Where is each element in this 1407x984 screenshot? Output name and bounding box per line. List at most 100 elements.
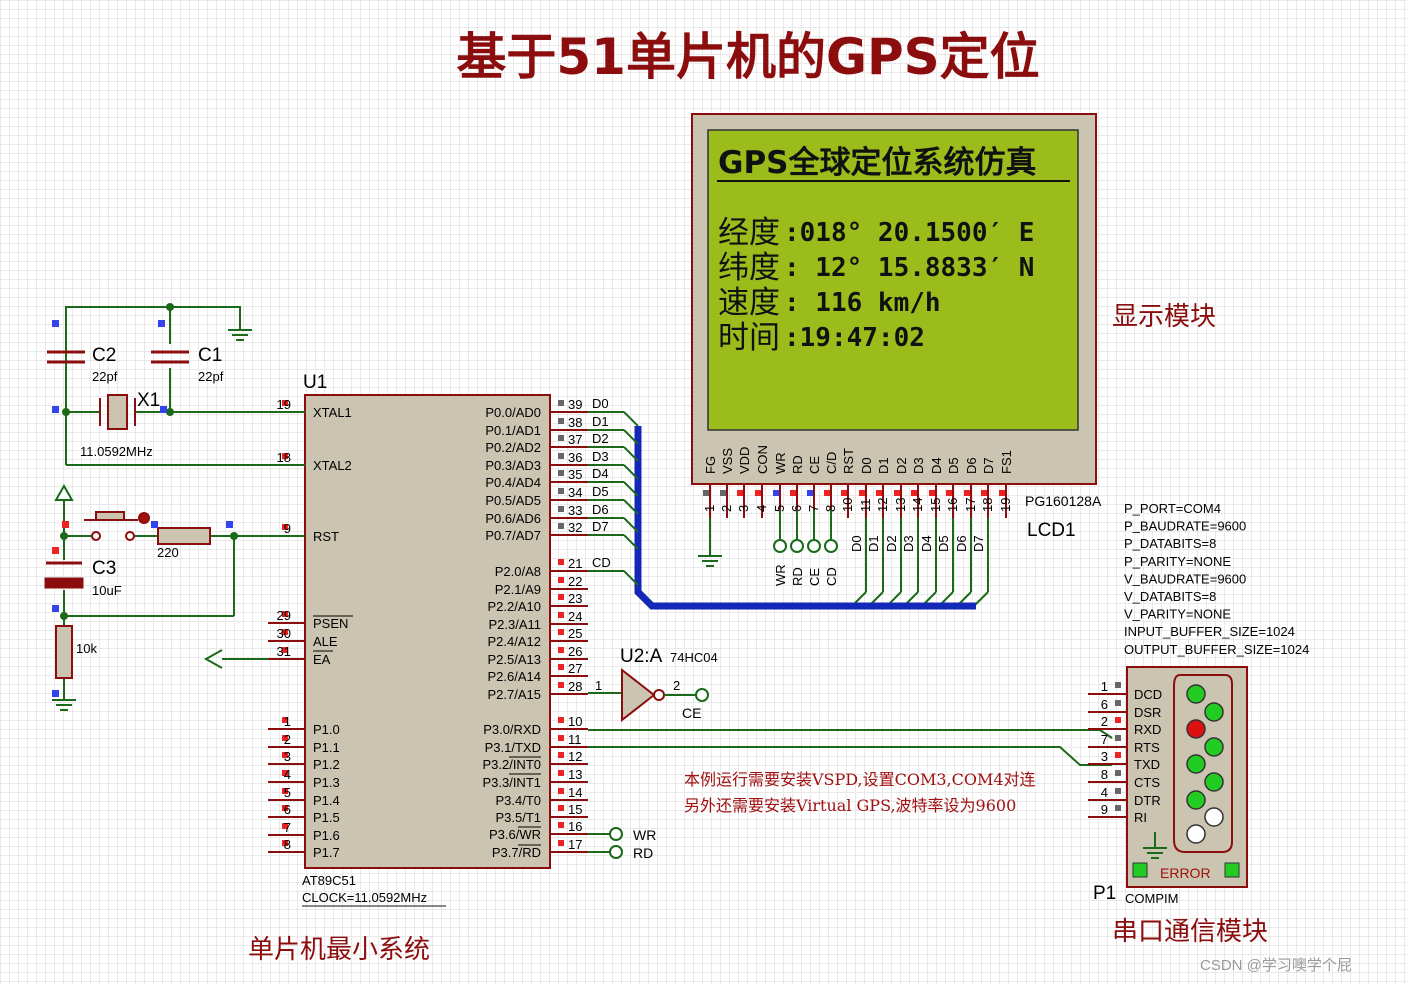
- pin-number: 26: [568, 644, 582, 659]
- lcd-ctrl-label-wr: WR: [773, 564, 788, 586]
- pin-name: P2.5/A13: [488, 652, 542, 667]
- pin-name: RTS: [1134, 740, 1160, 755]
- inverter-pin-out: 2: [673, 678, 680, 693]
- pin-number: 36: [568, 450, 582, 465]
- pin-name: EA: [313, 652, 331, 667]
- pin-number: 2: [284, 732, 291, 747]
- lcd-module[interactable]: GPS全球定位系统仿真 经度 :018° 20.1500′ E 纬度 : 12°…: [691, 113, 1102, 541]
- pin-number: 25: [568, 626, 582, 641]
- junction-dot: [230, 532, 238, 540]
- c1-value: 22pf: [198, 369, 224, 384]
- lcd-row-label: 经度: [718, 215, 780, 251]
- pin-name: XTAL1: [313, 405, 352, 420]
- pin-number: 3: [736, 505, 751, 512]
- lcd-row-3: 时间 :19:47:02: [718, 320, 925, 356]
- pin-name: P0.6/AD6: [485, 511, 541, 526]
- pin-number: 11: [858, 499, 873, 513]
- pin-name: P1.5: [313, 810, 340, 825]
- net-label: D7: [592, 519, 609, 534]
- pin-number: 4: [754, 505, 769, 512]
- lcd-row-1: 纬度 : 12° 15.8833′ N: [718, 250, 1034, 286]
- compim-properties: P_PORT=COM4 P_BAUDRATE=9600 P_DATABITS=8 P_…: [1124, 501, 1309, 657]
- pin-number: 1: [1101, 679, 1108, 694]
- pin-name: D4: [929, 457, 944, 474]
- lcd-bus-entry-d5: D5: [936, 518, 954, 607]
- pin-name: P1.0: [313, 722, 340, 737]
- r220-value: 220: [157, 545, 179, 560]
- net-label-wr: WR: [633, 827, 656, 843]
- pin-name: FG: [703, 456, 718, 474]
- error-led-right: [1224, 862, 1240, 878]
- pin-name: P3.2/INT0: [482, 757, 541, 772]
- pin-number: 1: [284, 714, 291, 729]
- c3-ref: C3: [92, 558, 116, 579]
- compim-led: [1204, 737, 1224, 757]
- compim-property: P_DATABITS=8: [1124, 536, 1216, 551]
- net-label: CD: [592, 555, 611, 570]
- note-line-1: 本例运行需要安装VSPD,设置COM3,COM4对连: [684, 770, 1036, 789]
- pin-number: 4: [1101, 785, 1108, 800]
- pin-number: 10: [840, 498, 855, 512]
- compim-p1[interactable]: 1 DCD 6 DSR 2 RXD 7 RTS 3 TXD 8 CTS 4 DTR 9 RI ERROR P1…: [1088, 666, 1248, 906]
- pin-name: P3.0/RXD: [483, 722, 541, 737]
- inverter-triangle: [621, 667, 656, 723]
- pin-name: P0.2/AD2: [485, 440, 541, 455]
- pin-name: P3.6/WR: [489, 827, 541, 842]
- pin-name: VSS: [720, 448, 735, 474]
- lcd-pin-d4: D4 15: [928, 457, 944, 518]
- pin-name: P0.3/AD3: [485, 458, 541, 473]
- pin-number: 16: [945, 498, 960, 512]
- pin-number: 30: [277, 626, 291, 641]
- inverter-part: 74HC04: [670, 650, 718, 665]
- lcd-pin-d0: D0 11: [858, 457, 874, 518]
- bus-label: D1: [866, 535, 881, 552]
- lcd-ground: [698, 518, 722, 567]
- label-mcu-system: 单片机最小系统: [248, 935, 430, 965]
- pin-number: 1: [702, 505, 717, 512]
- pin-number: 7: [1101, 732, 1108, 747]
- junction-dot: [166, 303, 174, 311]
- pin-name: RI: [1134, 810, 1147, 825]
- pin-name: WR: [773, 452, 788, 474]
- pin-number: 6: [1101, 697, 1108, 712]
- mcu-clock: CLOCK=11.0592MHz: [302, 890, 427, 905]
- pin-name: P0.4/AD4: [485, 475, 541, 490]
- lcd-bus-entry-d1: D1: [866, 518, 884, 607]
- pin-name: ALE: [313, 634, 338, 649]
- pin-name: P1.4: [313, 793, 340, 808]
- inverter-u2a[interactable]: U2:A 74HC04 1 2 CE: [588, 646, 718, 723]
- serial-wires: [588, 729, 1113, 766]
- net-label: D2: [592, 431, 609, 446]
- pin-name: P1.1: [313, 740, 340, 755]
- c2-ref: C2: [92, 345, 116, 366]
- pin-number: 38: [568, 415, 582, 430]
- pin-number: 4: [284, 767, 291, 782]
- pin-number: 5: [284, 785, 291, 800]
- wr-rd-terminals: [588, 827, 623, 859]
- net-label: D4: [592, 466, 609, 481]
- x1-ref: X1: [137, 390, 160, 411]
- lcd-pin-d2: D2 13: [893, 457, 909, 518]
- pin-number: 28: [568, 679, 582, 694]
- pin-number: 14: [568, 785, 582, 800]
- pin-number: 18: [277, 450, 291, 465]
- schematic: 基于51单片机的GPS定位 GPS全球定位系统仿真 经度 :018° 20.15…: [44, 28, 1352, 974]
- lcd-ctrl-terminals: [773, 510, 838, 553]
- bus-label: D0: [849, 535, 864, 552]
- error-label: ERROR: [1160, 865, 1211, 881]
- lcd-ctrl-label-cd: CD: [824, 567, 839, 586]
- lcd-row-0: 经度 :018° 20.1500′ E: [718, 215, 1034, 251]
- pin-name: PSEN: [313, 616, 348, 631]
- lcd-pin-d6: D6 17: [963, 457, 979, 518]
- pin-name: D6: [964, 457, 979, 474]
- pin-name: RD: [790, 455, 805, 474]
- pin-name: TXD: [1134, 757, 1160, 772]
- compim-led: [1186, 719, 1206, 739]
- lcd-bus-entry-d3: D3: [901, 518, 919, 607]
- lcd-bus-entry-d7: D7: [971, 518, 989, 607]
- mcu-u1[interactable]: U1 AT89C51 CLOCK=11.0592MHz 19XTAL118XTA…: [268, 372, 611, 907]
- pin-number: 17: [963, 498, 978, 512]
- x1-value: 11.0592MHz: [80, 444, 153, 459]
- bus-label: D5: [936, 535, 951, 552]
- lcd-bus-entry-d0: D0: [849, 518, 867, 607]
